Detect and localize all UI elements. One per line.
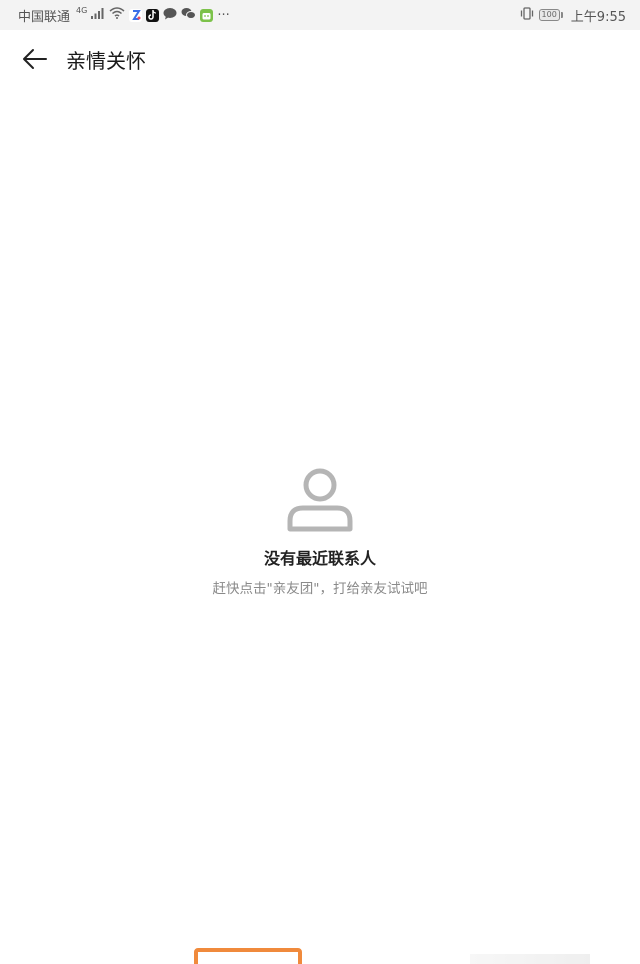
status-bar: 中国联通 4G ··· 100 上午9:55 (0, 0, 640, 30)
screen: 中国联通 4G ··· 100 上午9:55 亲情关怀 没有最近联系人 赶快点击… (0, 0, 640, 964)
clock: 上午9:55 (570, 9, 626, 25)
signal-icon (91, 7, 105, 23)
more-notifications-indicator: ··· (217, 7, 230, 23)
page-title: 亲情关怀 (66, 48, 146, 73)
wechat-icon (181, 7, 197, 24)
tiktok-icon (146, 8, 160, 22)
app-notification-icon (129, 8, 143, 22)
toolbar: 亲情关怀 (0, 30, 640, 88)
back-arrow-icon (23, 49, 47, 69)
carrier-label: 中国联通 (18, 9, 71, 25)
battery-icon: 100 (538, 9, 563, 21)
status-left: 中国联通 4G ··· (18, 6, 230, 25)
empty-state-title: 没有最近联系人 (263, 549, 376, 568)
back-button[interactable] (20, 44, 50, 74)
network-type-label: 4G (76, 5, 88, 15)
empty-state-subtitle: 赶快点击"亲友团"，打给亲友试试吧 (212, 581, 428, 597)
wifi-icon (109, 7, 125, 23)
empty-state: 没有最近联系人 赶快点击"亲友团"，打给亲友试试吧 (0, 465, 640, 597)
battery-level: 100 (538, 9, 560, 21)
vibrate-icon (519, 6, 535, 24)
status-right: 100 上午9:55 (519, 6, 626, 25)
bottom-bar-fragment (470, 954, 590, 964)
bottom-action-button[interactable] (194, 948, 302, 964)
app-icon (200, 8, 214, 22)
message-icon (163, 7, 177, 24)
person-icon (287, 468, 353, 532)
